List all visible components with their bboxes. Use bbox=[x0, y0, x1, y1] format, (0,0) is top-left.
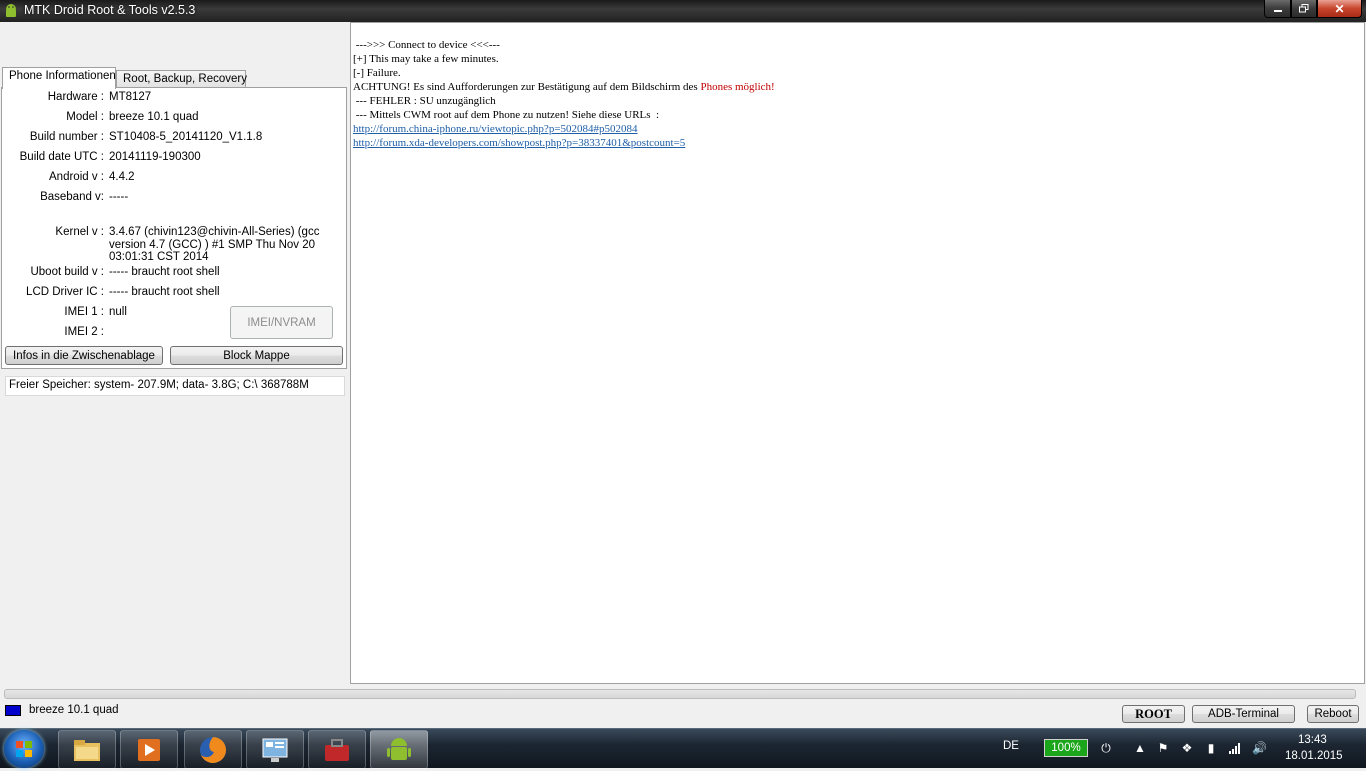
imei-nvram-button[interactable]: IMEI/NVRAM bbox=[230, 306, 333, 339]
taskbar-firefox[interactable] bbox=[184, 730, 242, 769]
lcd-driver-value: ----- braucht root shell bbox=[109, 286, 220, 298]
build-number-value: ST10408-5_20141120_V1.1.8 bbox=[109, 131, 263, 143]
tab-phone-info[interactable]: Phone Informationen bbox=[2, 67, 116, 89]
log-line: --- FEHLER : SU unzugänglich bbox=[353, 95, 496, 107]
imei1-label: IMEI 1 : bbox=[64, 306, 104, 318]
kernel-value: 3.4.67 (chivin123@chivin-All-Series) (gc… bbox=[109, 226, 320, 263]
window-controls: ✕ bbox=[1264, 0, 1362, 19]
close-icon: ✕ bbox=[1334, 1, 1345, 16]
copy-info-button[interactable]: Infos in die Zwischenablage bbox=[5, 346, 163, 365]
folder-icon bbox=[74, 739, 100, 761]
battery-indicator[interactable]: 100% bbox=[1044, 739, 1088, 757]
taskbar-toolbox[interactable] bbox=[308, 730, 366, 769]
network-signal-icon[interactable] bbox=[1228, 741, 1242, 755]
lcd-driver-label: LCD Driver IC : bbox=[26, 286, 104, 298]
build-number-label: Build number : bbox=[29, 131, 104, 143]
clock-date[interactable]: 18.01.2015 bbox=[1285, 750, 1343, 762]
imei2-label: IMEI 2 : bbox=[64, 326, 104, 338]
log-link-china-iphone[interactable]: http://forum.china-iphone.ru/viewtopic.p… bbox=[353, 123, 638, 135]
android-version-value: 4.4.2 bbox=[109, 171, 135, 183]
block-map-button[interactable]: Block Mappe bbox=[170, 346, 343, 365]
taskbar-control-panel[interactable] bbox=[246, 730, 304, 769]
device-name: breeze 10.1 quad bbox=[29, 704, 119, 716]
taskbar: DE 100% ⏻ ▲ ⚑ ❖ ▮ 🔊 13:43 18.01.2015 bbox=[0, 728, 1366, 769]
free-memory-field: Freier Speicher: system- 207.9M; data- 3… bbox=[5, 376, 345, 396]
adb-terminal-button[interactable]: ADB-Terminal bbox=[1192, 705, 1295, 723]
uboot-value: ----- braucht root shell bbox=[109, 266, 220, 278]
kernel-label: Kernel v : bbox=[55, 226, 104, 238]
log-output[interactable]: --->>> Connect to device <<<--- [+] This… bbox=[350, 22, 1365, 684]
language-indicator[interactable]: DE bbox=[1003, 740, 1019, 752]
maximize-button[interactable] bbox=[1291, 0, 1317, 18]
root-button[interactable]: ROOT bbox=[1122, 705, 1185, 723]
minimize-icon bbox=[1273, 9, 1282, 12]
build-date-value: 20141119-190300 bbox=[109, 151, 201, 163]
control-panel-icon bbox=[262, 738, 288, 762]
android-app-icon bbox=[6, 4, 16, 17]
log-line-warning: ACHTUNG! Es sind Aufforderungen zur Best… bbox=[353, 80, 1364, 94]
log-warning-highlight: Phones möglich! bbox=[700, 81, 775, 93]
start-button[interactable] bbox=[4, 730, 44, 768]
model-label: Model : bbox=[66, 111, 104, 123]
window-title: MTK Droid Root & Tools v2.5.3 bbox=[24, 3, 196, 17]
hardware-value: MT8127 bbox=[109, 91, 152, 103]
build-date-label: Build date UTC : bbox=[19, 151, 104, 163]
model-value: breeze 10.1 quad bbox=[109, 111, 199, 123]
taskbar-mtk-droid-tools[interactable] bbox=[370, 730, 428, 769]
baseband-label: Baseband v: bbox=[40, 191, 104, 203]
dropbox-icon[interactable]: ❖ bbox=[1180, 741, 1194, 755]
phone-info-panel: Hardware : MT8127 Model : breeze 10.1 qu… bbox=[1, 87, 347, 369]
windows-logo-icon bbox=[16, 741, 32, 757]
clock-time[interactable]: 13:43 bbox=[1298, 734, 1327, 746]
taskbar-media-player[interactable] bbox=[120, 730, 178, 769]
power-plug-icon[interactable]: ⏻ bbox=[1099, 741, 1113, 755]
close-button[interactable]: ✕ bbox=[1317, 0, 1362, 18]
log-line: [-] Failure. bbox=[353, 67, 401, 79]
android-version-label: Android v : bbox=[49, 171, 104, 183]
title-bar: MTK Droid Root & Tools v2.5.3 ✕ bbox=[0, 0, 1366, 22]
log-line: --->>> Connect to device <<<--- bbox=[353, 39, 500, 51]
toolbox-icon bbox=[325, 738, 349, 761]
minimize-button[interactable] bbox=[1264, 0, 1291, 18]
hardware-label: Hardware : bbox=[47, 91, 104, 103]
show-hidden-icons-icon[interactable]: ▲ bbox=[1133, 741, 1147, 755]
reboot-button[interactable]: Reboot bbox=[1307, 705, 1359, 723]
log-line: [+] This may take a few minutes. bbox=[353, 53, 499, 65]
device-color-indicator bbox=[5, 705, 21, 716]
progress-bar bbox=[4, 689, 1356, 699]
log-line: --- Mittels CWM root auf dem Phone zu nu… bbox=[353, 109, 660, 121]
log-link-xda[interactable]: http://forum.xda-developers.com/showpost… bbox=[353, 137, 685, 149]
firefox-icon bbox=[200, 736, 226, 763]
volume-icon[interactable]: 🔊 bbox=[1252, 741, 1267, 755]
baseband-value: ----- bbox=[109, 191, 129, 203]
restore-icon bbox=[1299, 4, 1309, 13]
android-icon bbox=[387, 737, 411, 760]
media-player-icon bbox=[138, 738, 160, 761]
uboot-label: Uboot build v : bbox=[30, 266, 104, 278]
tab-root-backup-recovery[interactable]: Root, Backup, Recovery bbox=[116, 70, 247, 87]
log-warning-text: ACHTUNG! Es sind Aufforderungen zur Best… bbox=[353, 81, 701, 93]
taskbar-explorer[interactable] bbox=[58, 730, 116, 769]
usb-device-icon[interactable]: ▮ bbox=[1204, 741, 1218, 755]
action-center-flag-icon[interactable]: ⚑ bbox=[1156, 741, 1170, 755]
